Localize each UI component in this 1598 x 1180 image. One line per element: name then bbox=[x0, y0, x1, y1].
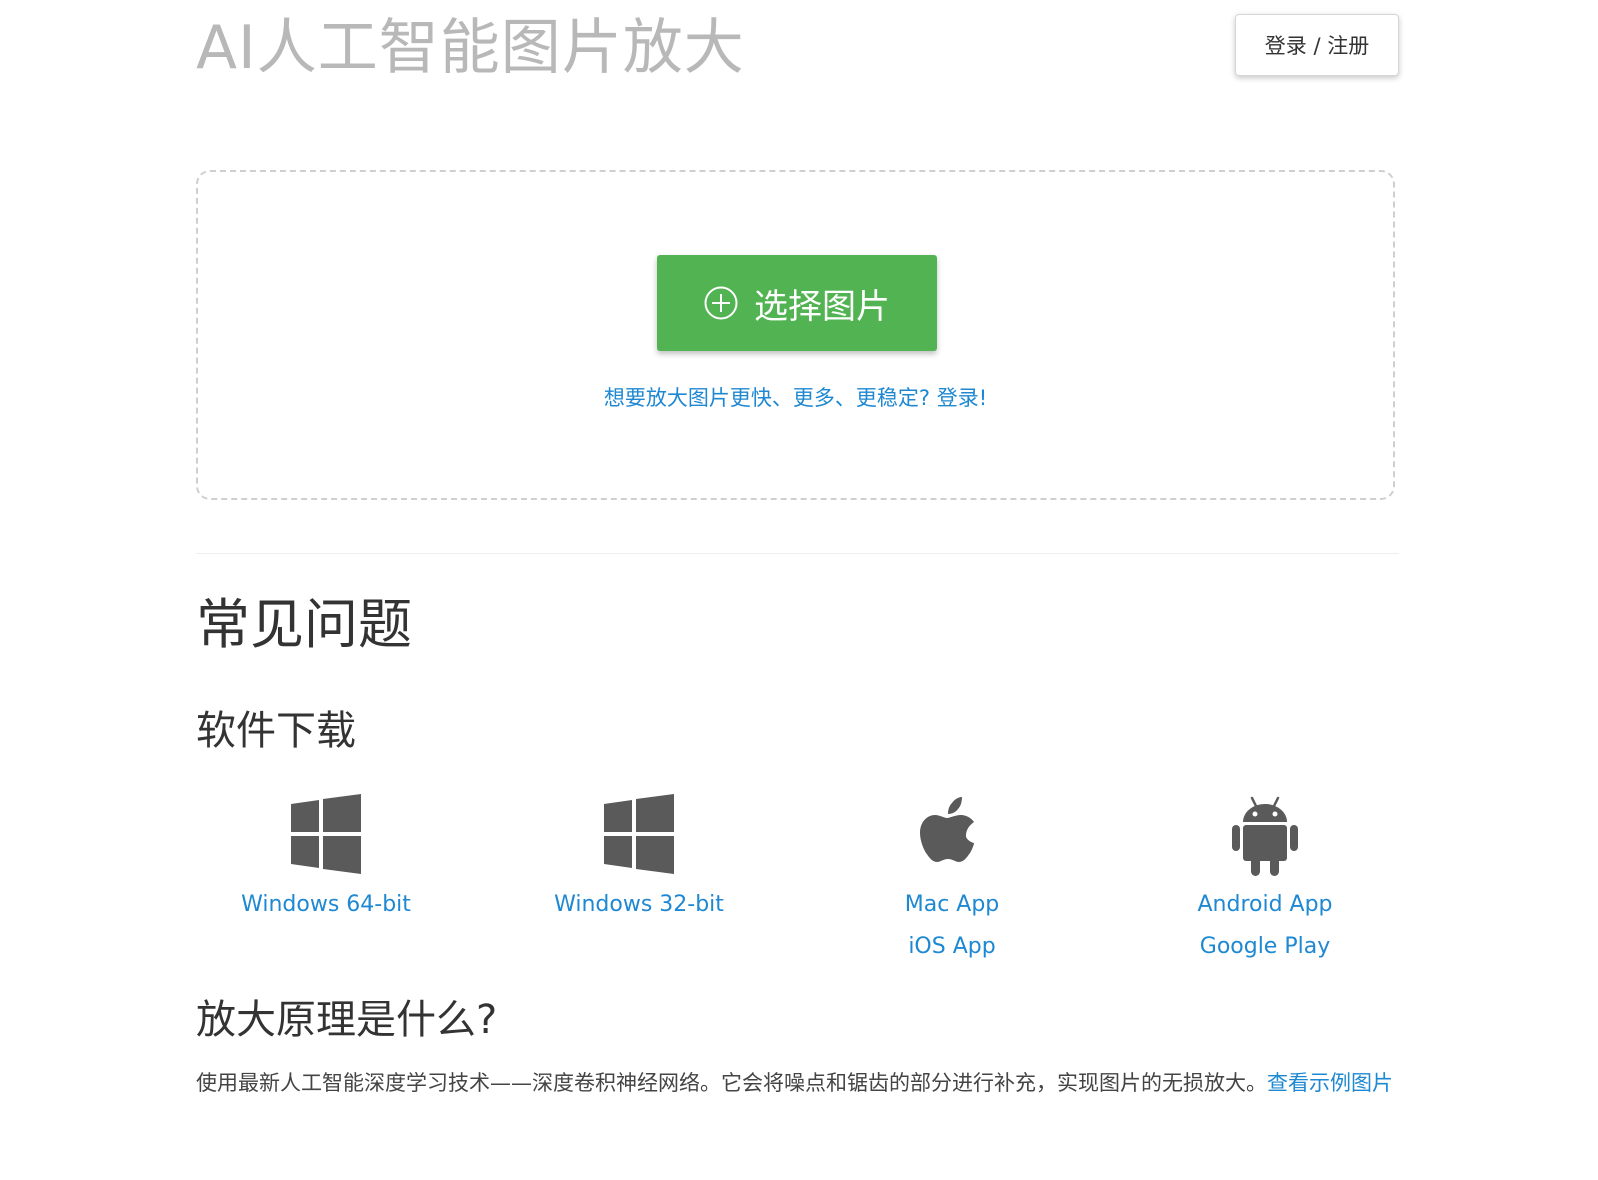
plus-circle-icon bbox=[704, 286, 738, 320]
example-images-link[interactable]: 查看示例图片 bbox=[1267, 1071, 1393, 1095]
android-icon bbox=[1232, 796, 1298, 876]
download-apple: Mac App iOS App bbox=[802, 790, 1102, 968]
login-hint-link[interactable]: 想要放大图片更快、更多、更稳定? 登录! bbox=[198, 382, 1393, 412]
upload-drop-zone[interactable]: 选择图片 想要放大图片更快、更多、更稳定? 登录! bbox=[196, 170, 1395, 500]
download-link-mac[interactable]: Mac App bbox=[802, 884, 1102, 926]
main-container: AI人工智能图片放大 登录 / 注册 选择图片 想要放大图片更快、更多、更稳定?… bbox=[196, 0, 1399, 1095]
section-divider bbox=[196, 553, 1399, 554]
download-link-android[interactable]: Android App bbox=[1115, 884, 1415, 926]
principle-description: 使用最新人工智能深度学习技术——深度卷积神经网络。它会将噪点和锯齿的部分进行补充… bbox=[196, 1071, 1267, 1095]
download-grid: Windows 64-bit Windows 32-bit Mac App iO… bbox=[196, 790, 1399, 980]
site-title: AI人工智能图片放大 bbox=[196, 13, 745, 83]
download-link-ios[interactable]: iOS App bbox=[802, 926, 1102, 968]
download-link-windows-64[interactable]: Windows 64-bit bbox=[176, 884, 476, 926]
page: AI人工智能图片放大 登录 / 注册 选择图片 想要放大图片更快、更多、更稳定?… bbox=[0, 0, 1598, 1180]
apple-icon bbox=[920, 797, 974, 862]
faq-title: 常见问题 bbox=[196, 593, 412, 656]
windows-icon bbox=[291, 794, 361, 874]
header: AI人工智能图片放大 登录 / 注册 bbox=[196, 0, 1399, 110]
principle-text: 使用最新人工智能深度学习技术——深度卷积神经网络。它会将噪点和锯齿的部分进行补充… bbox=[196, 1062, 1396, 1104]
principle-title: 放大原理是什么? bbox=[196, 997, 498, 1043]
windows-icon bbox=[604, 794, 674, 874]
download-title: 软件下载 bbox=[196, 708, 356, 754]
download-windows-64: Windows 64-bit bbox=[176, 790, 476, 926]
select-image-label: 选择图片 bbox=[754, 286, 890, 327]
download-android: Android App Google Play bbox=[1115, 790, 1415, 968]
download-link-google-play[interactable]: Google Play bbox=[1115, 926, 1415, 968]
login-register-button[interactable]: 登录 / 注册 bbox=[1235, 14, 1399, 76]
select-image-button[interactable]: 选择图片 bbox=[657, 255, 937, 351]
download-windows-32: Windows 32-bit bbox=[489, 790, 789, 926]
download-link-windows-32[interactable]: Windows 32-bit bbox=[489, 884, 789, 926]
